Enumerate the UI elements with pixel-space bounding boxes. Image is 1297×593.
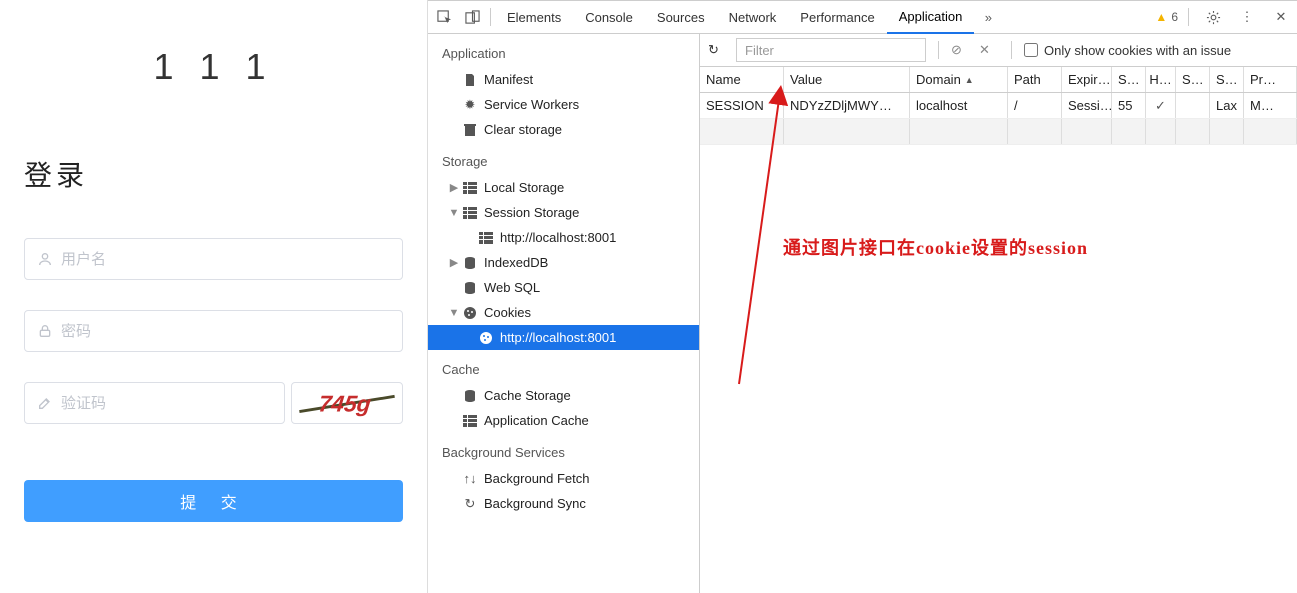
cell-samesite: Lax	[1210, 93, 1244, 118]
sidebar-cache-storage[interactable]: Cache Storage	[428, 383, 699, 408]
sidebar-local-storage[interactable]: ▶Local Storage	[428, 175, 699, 200]
clear-all-icon[interactable]: ⊘	[951, 42, 971, 58]
sidebar-bg-fetch[interactable]: ↑↓Background Fetch	[428, 466, 699, 491]
gear-icon[interactable]	[1199, 1, 1227, 34]
warnings-count[interactable]: ▲6	[1155, 10, 1178, 24]
sidebar-websql[interactable]: Web SQL	[428, 275, 699, 300]
sidebar-bg-sync[interactable]: ↻Background Sync	[428, 491, 699, 516]
sidebar-session-storage-host[interactable]: http://localhost:8001	[428, 225, 699, 250]
sidebar-cookies-host[interactable]: http://localhost:8001	[428, 325, 699, 350]
tab-performance[interactable]: Performance	[788, 1, 886, 34]
devtools-panel: Elements Console Sources Network Perform…	[428, 0, 1297, 593]
cell-size: 55	[1112, 93, 1146, 118]
page-title: 1 1 1	[24, 46, 403, 88]
col-domain[interactable]: Domain	[910, 67, 1008, 92]
col-secure[interactable]: S…	[1176, 67, 1210, 92]
sidebar-cookies[interactable]: ▼Cookies	[428, 300, 699, 325]
kebab-icon[interactable]: ⋮	[1233, 1, 1261, 34]
cell-value: NDYzZDljMWY…	[784, 93, 910, 118]
application-sidebar: Application Manifest ✹Service Workers Cl…	[428, 34, 700, 593]
refresh-icon[interactable]: ↻	[708, 42, 728, 58]
col-httponly[interactable]: H…	[1146, 67, 1176, 92]
sidebar-session-storage[interactable]: ▼Session Storage	[428, 200, 699, 225]
close-devtools-icon[interactable]: ✕	[1267, 1, 1295, 34]
tab-sources[interactable]: Sources	[645, 1, 717, 34]
only-issue-checkbox-wrap[interactable]: Only show cookies with an issue	[1024, 43, 1231, 58]
svg-text:745g: 745g	[317, 391, 372, 417]
submit-button[interactable]: 提 交	[24, 480, 403, 522]
device-toggle-icon[interactable]	[458, 1, 486, 34]
cell-expires: Sessi…	[1062, 93, 1112, 118]
tab-elements[interactable]: Elements	[495, 1, 573, 34]
only-issue-label: Only show cookies with an issue	[1044, 43, 1231, 58]
lock-icon	[37, 323, 53, 339]
cookies-pane: ↻ ⊘ ✕ Only show cookies with an issue Na…	[700, 34, 1297, 593]
tab-console[interactable]: Console	[573, 1, 645, 34]
more-tabs-icon[interactable]: »	[974, 1, 1002, 34]
only-issue-checkbox[interactable]	[1024, 43, 1038, 57]
form-heading: 登录	[24, 154, 403, 194]
cell-domain: localhost	[910, 93, 1008, 118]
col-size[interactable]: S…	[1112, 67, 1146, 92]
col-priority[interactable]: Pr…	[1244, 67, 1297, 92]
tab-application[interactable]: Application	[887, 1, 975, 34]
captcha-field-wrap	[24, 382, 285, 424]
username-field-wrap	[24, 238, 403, 280]
section-storage: Storage	[428, 142, 699, 175]
edit-icon	[37, 395, 53, 411]
section-application: Application	[428, 34, 699, 67]
cell-secure	[1176, 93, 1210, 118]
password-field-wrap	[24, 310, 403, 352]
password-input[interactable]	[61, 323, 390, 340]
col-path[interactable]: Path	[1008, 67, 1062, 92]
username-input[interactable]	[61, 251, 390, 268]
col-name[interactable]: Name	[700, 67, 784, 92]
sidebar-service-workers[interactable]: ✹Service Workers	[428, 92, 699, 117]
table-row[interactable]: SESSION NDYzZDljMWY… localhost / Sessi… …	[700, 93, 1297, 119]
section-cache: Cache	[428, 350, 699, 383]
cookies-toolbar: ↻ ⊘ ✕ Only show cookies with an issue	[700, 34, 1297, 67]
sidebar-indexeddb[interactable]: ▶IndexedDB	[428, 250, 699, 275]
login-page: 1 1 1 登录 745g	[0, 0, 428, 593]
captcha-image[interactable]: 745g	[291, 382, 403, 424]
filter-input[interactable]	[736, 38, 926, 62]
cookies-table: Name Value Domain Path Expir… S… H… S… S…	[700, 67, 1297, 593]
devtools-tabs: Elements Console Sources Network Perform…	[428, 1, 1297, 34]
sidebar-clear-storage[interactable]: Clear storage	[428, 117, 699, 142]
col-samesite[interactable]: S…	[1210, 67, 1244, 92]
col-expires[interactable]: Expir…	[1062, 67, 1112, 92]
cell-httponly: ✓	[1146, 93, 1176, 118]
login-form: 745g 提 交	[24, 238, 403, 522]
table-row-empty[interactable]	[700, 119, 1297, 145]
cell-path: /	[1008, 93, 1062, 118]
cell-priority: M…	[1244, 93, 1297, 118]
cell-name: SESSION	[700, 93, 784, 118]
user-icon	[37, 251, 53, 267]
inspect-icon[interactable]	[430, 1, 458, 34]
tab-network[interactable]: Network	[717, 1, 789, 34]
sidebar-application-cache[interactable]: Application Cache	[428, 408, 699, 433]
captcha-input[interactable]	[61, 395, 272, 412]
section-background: Background Services	[428, 433, 699, 466]
table-header: Name Value Domain Path Expir… S… H… S… S…	[700, 67, 1297, 93]
col-value[interactable]: Value	[784, 67, 910, 92]
sidebar-manifest[interactable]: Manifest	[428, 67, 699, 92]
delete-selected-icon[interactable]: ✕	[979, 42, 999, 58]
